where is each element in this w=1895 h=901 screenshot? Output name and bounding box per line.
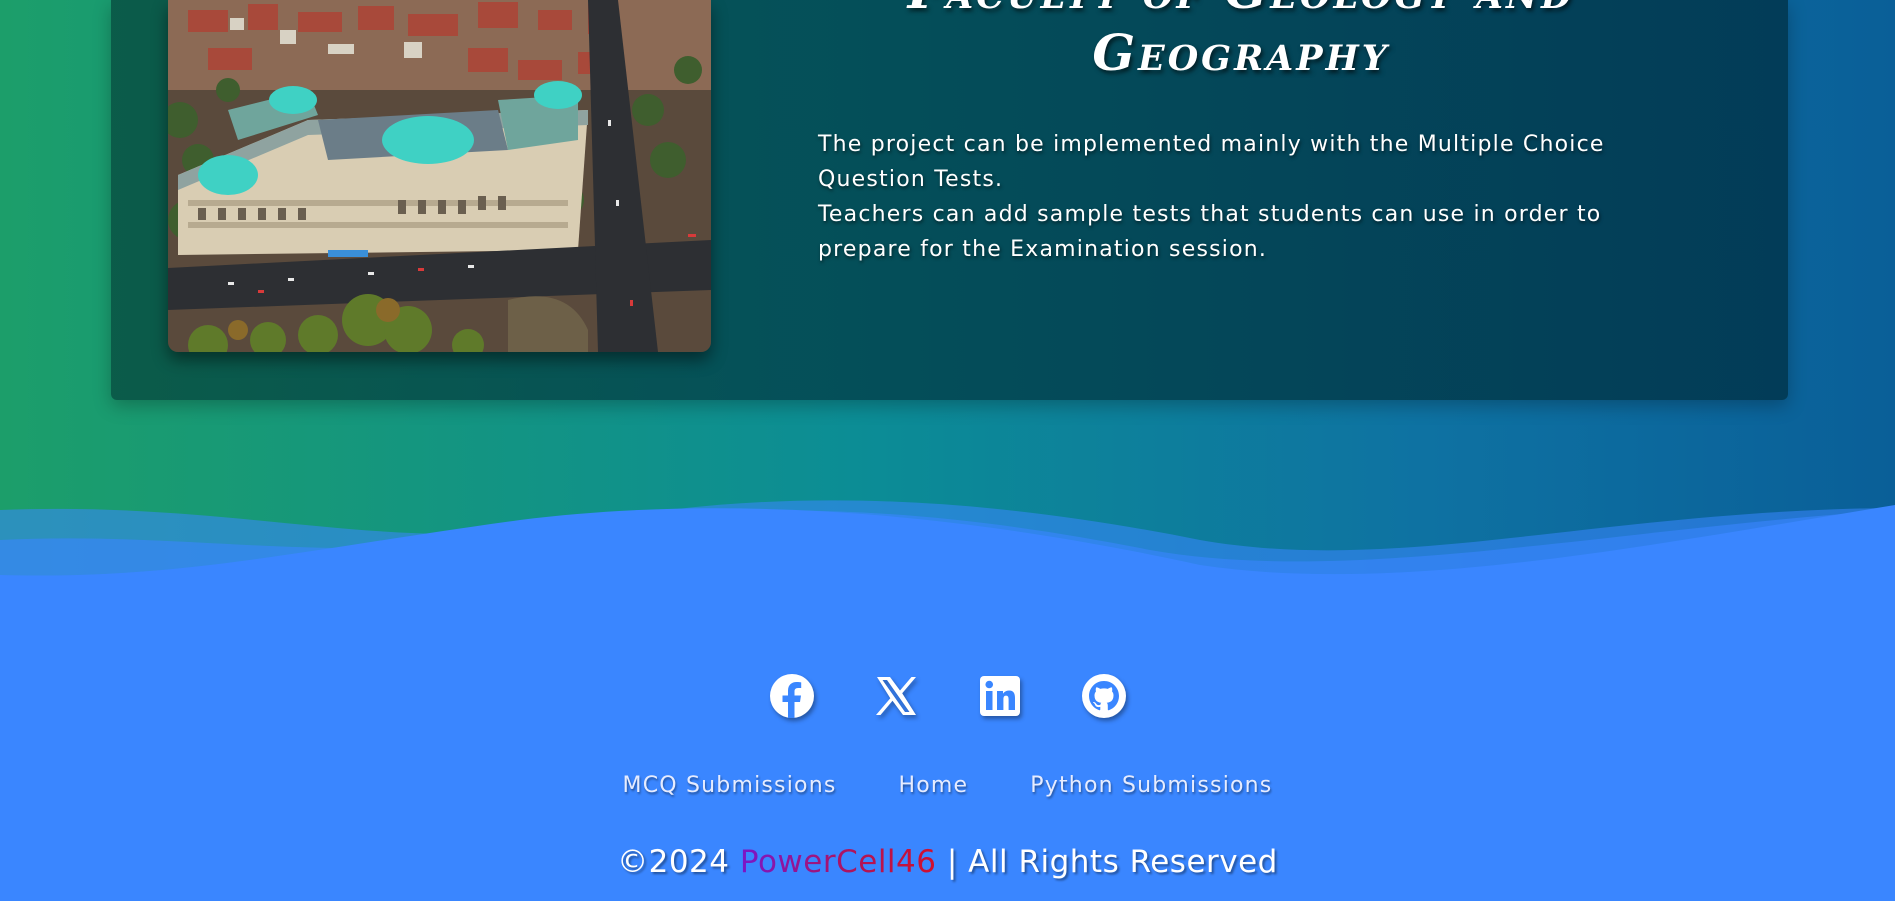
- social-links: [0, 672, 1895, 720]
- footer-link-mcq-submissions[interactable]: MCQ Submissions: [623, 773, 837, 798]
- footer-link-python-submissions[interactable]: Python Submissions: [1030, 773, 1272, 798]
- project-description: The project can be implemented mainly wi…: [818, 127, 1698, 267]
- footer-nav: MCQ Submissions Home Python Submissions: [0, 773, 1895, 798]
- footer-link-home[interactable]: Home: [899, 773, 969, 798]
- page-title: Faculty of Geology and Geography: [908, 0, 1572, 82]
- copyright-rights: | All Rights Reserved: [946, 844, 1278, 880]
- x-link[interactable]: [872, 672, 920, 720]
- linkedin-link[interactable]: [976, 672, 1024, 720]
- github-link[interactable]: [1080, 672, 1128, 720]
- brand-name: PowerCell46: [739, 844, 937, 880]
- github-icon: [1081, 674, 1126, 718]
- x-icon: [875, 677, 916, 715]
- description-line: The project can be implemented mainly wi…: [818, 132, 1605, 192]
- facebook-link[interactable]: [768, 672, 816, 720]
- university-photo: [168, 0, 711, 352]
- facebook-icon: [769, 674, 814, 718]
- linkedin-icon: [979, 676, 1020, 716]
- footer-wave: [0, 500, 1895, 610]
- project-card: Faculty of Geology and Geography The pro…: [111, 0, 1788, 400]
- description-line: Teachers can add sample tests that stude…: [818, 202, 1602, 262]
- copyright: ©2024 PowerCell46 | All Rights Reserved: [0, 844, 1895, 880]
- copyright-year: ©2024: [617, 844, 730, 880]
